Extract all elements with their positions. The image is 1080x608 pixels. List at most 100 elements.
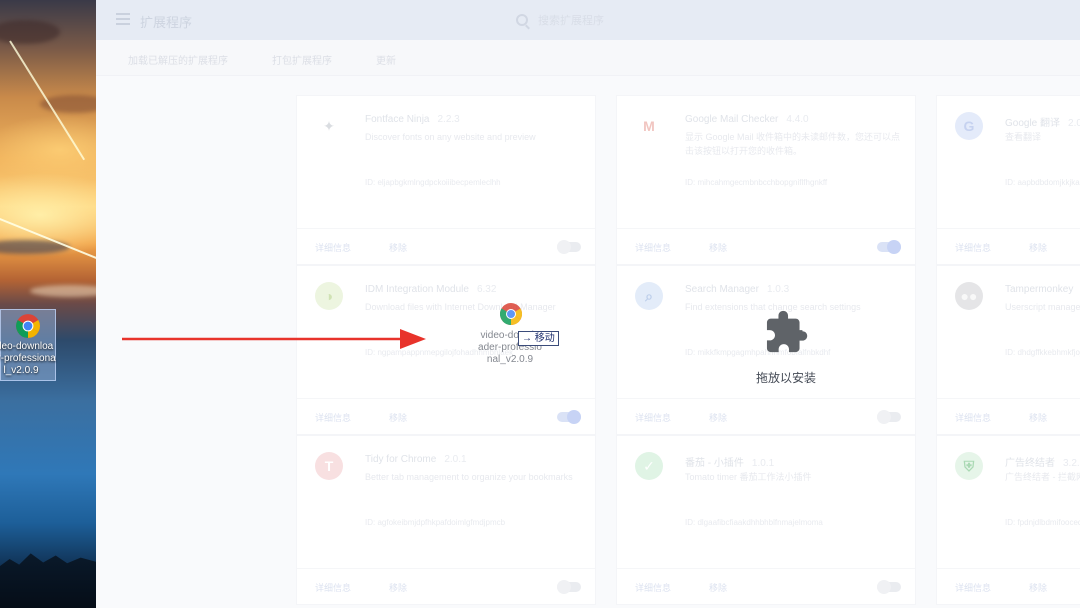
remove-button[interactable]: 移除 — [389, 241, 407, 254]
extension-description: 广告终结者 - 拦截网页广告 — [1005, 472, 1080, 482]
enable-toggle[interactable] — [877, 240, 901, 254]
load-unpacked-button[interactable]: 加载已解压的扩展程序 — [128, 52, 228, 67]
enable-toggle[interactable] — [557, 580, 581, 594]
update-button[interactable]: 更新 — [376, 52, 396, 67]
chrome-icon — [499, 302, 523, 326]
extension-card: G Google 翻译2.0.9 查看翻译 ID: aapbdbdomjkkjk… — [936, 95, 1080, 265]
extension-description: Tomato timer 番茄工作法小插件 — [685, 472, 812, 482]
extension-card: M Google Mail Checker 4.4.0 显示 Google Mai… — [616, 95, 916, 265]
enable-toggle[interactable] — [557, 410, 581, 424]
details-button[interactable]: 详细信息 — [955, 241, 991, 254]
details-button[interactable]: 详细信息 — [955, 411, 991, 424]
extension-description: Download files with Internet Download Ma… — [365, 302, 556, 312]
desktop-file-label: video-downloader-professional_v2.0.9 — [0, 341, 56, 376]
enable-toggle[interactable] — [557, 240, 581, 254]
details-button[interactable]: 详细信息 — [635, 581, 671, 594]
extension-card: ✓ 番茄 - 小插件 1.0.1 Tomato timer 番茄工作法小插件 ID… — [616, 435, 916, 605]
extension-id: ID: mihcahmgecmbnbcchbopgniflfhgnkff — [685, 178, 828, 187]
search-icon — [516, 14, 528, 26]
card-footer: 详细信息 移除 — [297, 228, 595, 264]
extension-id: ID: dhdgffkkebhmkfjojejmpbldmpobfkfo — [1005, 348, 1080, 357]
search-icon: ⌕ — [635, 282, 663, 310]
remove-button[interactable]: 移除 — [709, 411, 727, 424]
extension-description: Userscript manager — [1005, 302, 1080, 312]
remove-button[interactable]: 移除 — [1029, 581, 1047, 594]
details-button[interactable]: 详细信息 — [315, 581, 351, 594]
extension-id: ID: aapbdbdomjkkjkaonfhkkikfgjllcleb — [1005, 178, 1080, 187]
extension-card: T Tidy for Chrome 2.0.1 Better tab manage… — [296, 435, 596, 605]
card-footer: 详细信息 移除 — [297, 568, 595, 604]
extension-name: Search Manager 1.0.3 — [685, 284, 790, 295]
card-footer: 详细信息 移除 — [937, 398, 1080, 434]
remove-button[interactable]: 移除 — [1029, 411, 1047, 424]
extension-name: 番茄 - 小插件 1.0.1 — [685, 458, 775, 469]
extension-name: 广告终结者3.2.7 — [1005, 454, 1080, 469]
chrome-icon — [15, 313, 41, 339]
extension-version: 3.2.7 — [1063, 458, 1080, 469]
wallpaper-hills — [0, 553, 96, 608]
extension-name: Tidy for Chrome 2.0.1 — [365, 454, 467, 465]
card-footer: 详细信息 移除 — [937, 228, 1080, 264]
check-icon: ✓ — [635, 452, 663, 480]
move-cursor-tooltip: → 移动 — [518, 331, 559, 346]
card-footer: 详细信息 移除 — [617, 398, 915, 434]
hamburger-menu-icon[interactable] — [116, 13, 130, 25]
page-header: 扩展程序 搜索扩展程序 — [96, 0, 1080, 40]
extension-version: 4.4.0 — [786, 114, 809, 125]
extension-name: Tampermonkey4.8 — [1005, 284, 1074, 295]
desktop-wallpaper — [0, 0, 129, 608]
details-button[interactable]: 详细信息 — [315, 411, 351, 424]
remove-button[interactable]: 移除 — [389, 411, 407, 424]
card-footer: 详细信息 移除 — [297, 398, 595, 434]
ninja-icon: ✦ — [323, 117, 335, 134]
extension-description: Better tab management to organize your b… — [365, 472, 573, 482]
card-footer: 详细信息 移除 — [937, 568, 1080, 604]
red-arrow-annotation — [122, 329, 426, 349]
extension-version: 6.32 — [476, 284, 497, 295]
remove-button[interactable]: 移除 — [389, 581, 407, 594]
card-footer: 详细信息 移除 — [617, 228, 915, 264]
extension-name: Fontface Ninja 2.2.3 — [365, 114, 460, 125]
search-placeholder: 搜索扩展程序 — [538, 15, 604, 27]
translate-icon: G — [955, 112, 983, 140]
extension-version: 1.0.3 — [766, 284, 790, 295]
extension-description: 查看翻译 — [1005, 132, 1042, 142]
idm-icon: ◑ — [315, 282, 343, 310]
extension-card: ✦ Fontface Ninja 2.2.3 Discover fonts on … — [296, 95, 596, 265]
extension-card: ⛨ 广告终结者3.2.7 广告终结者 - 拦截网页广告 ID: fpdnjdlb… — [936, 435, 1080, 605]
details-button[interactable]: 详细信息 — [635, 411, 671, 424]
extension-id: ID: agfokeibmjdpfhkpafdoimlgfmdjpmcb — [365, 518, 506, 527]
extension-description: Discover fonts on any website and previe… — [365, 132, 536, 142]
details-button[interactable]: 详细信息 — [635, 241, 671, 254]
extension-id: ID: eljapbgkmlngdpckoiiibecpemleclhh — [365, 178, 501, 187]
shield-icon: ⛨ — [955, 452, 983, 480]
gmail-icon: M — [643, 118, 655, 134]
remove-button[interactable]: 移除 — [1029, 241, 1047, 254]
enable-toggle[interactable] — [877, 580, 901, 594]
extensions-toolbar: 加载已解压的扩展程序 打包扩展程序 更新 — [96, 40, 1080, 76]
drop-to-install-label: 拖放以安装 — [755, 371, 816, 385]
tamper-icon: ●● — [955, 282, 983, 310]
extensions-page: 扩展程序 搜索扩展程序 加载已解压的扩展程序 打包扩展程序 更新 ✦ Fontf… — [96, 0, 1080, 608]
extension-card: ●● Tampermonkey4.8 Userscript manager ID… — [936, 265, 1080, 435]
drop-to-install-zone[interactable]: 拖放以安装 — [736, 305, 836, 395]
remove-button[interactable]: 移除 — [709, 241, 727, 254]
extension-name: IDM Integration Module 6.32 — [365, 284, 497, 295]
extension-version: 2.0.9 — [1068, 118, 1080, 129]
remove-button[interactable]: 移除 — [709, 581, 727, 594]
page-title: 扩展程序 — [140, 15, 193, 30]
pack-extension-button[interactable]: 打包扩展程序 — [272, 52, 332, 67]
extension-version: 2.2.3 — [437, 114, 460, 125]
extension-id: ID: fpdnjdlbdmifoocedhkighhlbchbiikl — [1005, 518, 1080, 527]
extension-description: 显示 Google Mail 收件箱中的未读邮件数，您还可以点击该按钮以打开您的… — [685, 132, 901, 156]
card-footer: 详细信息 移除 — [617, 568, 915, 604]
details-button[interactable]: 详细信息 — [955, 581, 991, 594]
tidy-icon: T — [315, 452, 343, 480]
enable-toggle[interactable] — [877, 410, 901, 424]
puzzle-piece-icon — [766, 310, 808, 353]
desktop-file-icon[interactable]: video-downloader-professional_v2.0.9 — [0, 309, 56, 381]
search-input[interactable]: 搜索扩展程序 — [516, 8, 936, 32]
extension-name: Google Mail Checker 4.4.0 — [685, 114, 809, 125]
details-button[interactable]: 详细信息 — [315, 241, 351, 254]
extension-version: 1.0.1 — [751, 458, 775, 469]
